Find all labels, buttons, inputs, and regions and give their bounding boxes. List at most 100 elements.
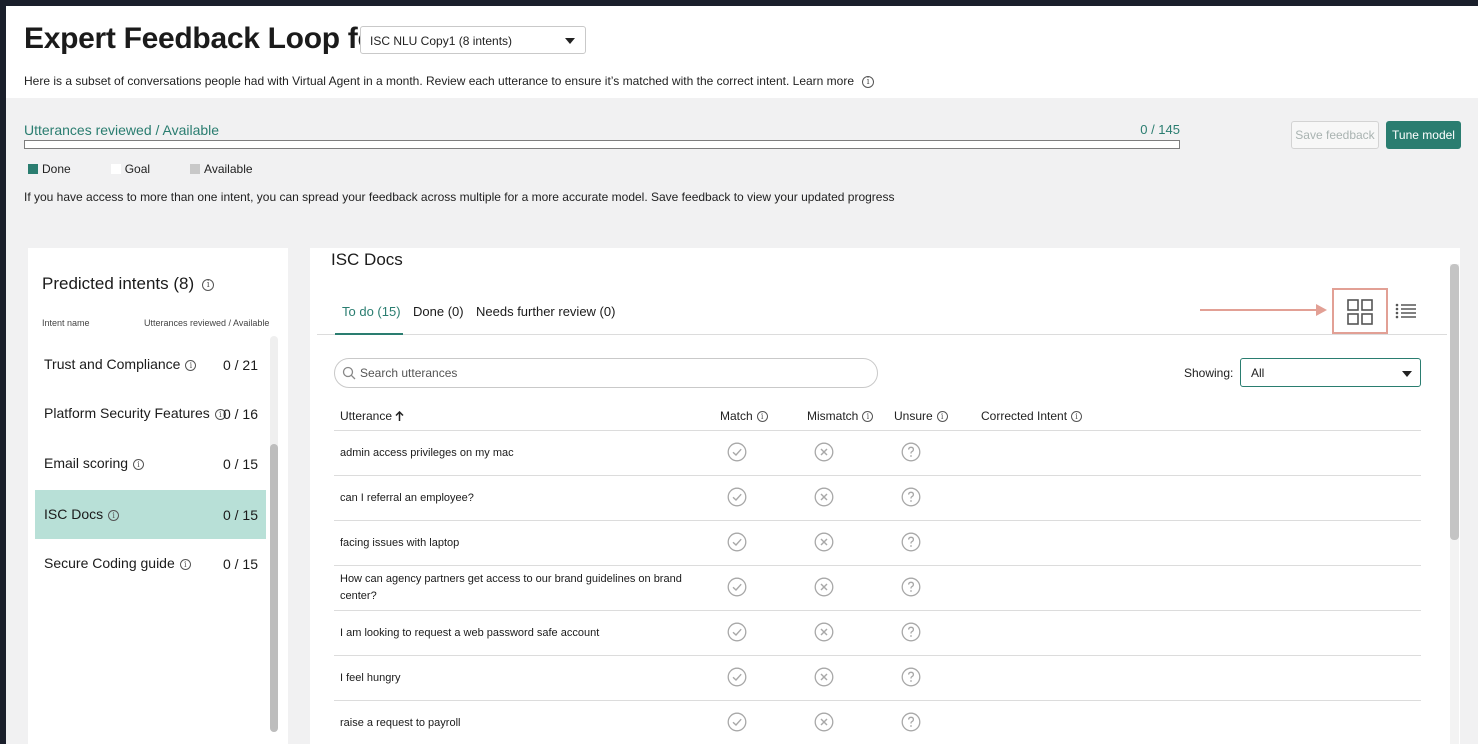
- intents-title-text: Predicted intents (8): [42, 274, 195, 293]
- tab-to-do[interactable]: To do (15): [335, 304, 403, 335]
- corrected-intent-column-header: Corrected Intent i: [981, 409, 1083, 423]
- match-button[interactable]: [727, 712, 747, 735]
- main-scrollbar[interactable]: [1450, 264, 1459, 744]
- grid-view-button[interactable]: [1332, 288, 1388, 334]
- unsure-button[interactable]: [901, 667, 921, 690]
- mismatch-button[interactable]: [814, 532, 834, 555]
- save-feedback-button[interactable]: Save feedback: [1291, 121, 1379, 149]
- info-icon[interactable]: i: [756, 411, 768, 423]
- question-circle-icon: [901, 667, 921, 690]
- tab-needs-further-review[interactable]: Needs further review (0): [476, 304, 615, 335]
- main-scrollbar-thumb[interactable]: [1450, 264, 1459, 540]
- list-view-button[interactable]: [1395, 303, 1417, 324]
- match-button[interactable]: [727, 622, 747, 645]
- corrected-intent-cell[interactable]: [981, 533, 1381, 553]
- intent-item-label: ISC Docs: [44, 506, 104, 522]
- corrected-intent-cell[interactable]: [981, 578, 1381, 598]
- check-circle-icon: [727, 667, 747, 690]
- corrected-intent-cell[interactable]: [981, 713, 1381, 733]
- corrected-intent-cell[interactable]: [981, 623, 1381, 643]
- intent-item-count: 0 / 15: [222, 556, 258, 572]
- intent-item-email-scoring[interactable]: Email scoring i 0 / 15: [35, 439, 266, 488]
- mismatch-button[interactable]: [814, 622, 834, 645]
- mismatch-column-label: Mismatch: [807, 409, 859, 423]
- tune-model-button[interactable]: Tune model: [1386, 121, 1461, 149]
- intent-item-name: Platform Security Features i: [44, 405, 226, 421]
- intents-panel: Predicted intents (8) i Intent name Utter…: [28, 248, 288, 744]
- corrected-intent-cell[interactable]: [981, 443, 1381, 463]
- corrected-intent-cell[interactable]: [981, 488, 1381, 508]
- info-icon[interactable]: i: [862, 411, 874, 423]
- intent-item-secure-coding-guide[interactable]: Secure Coding guide i 0 / 15: [35, 539, 266, 588]
- intent-item-label: Secure Coding guide: [44, 555, 175, 571]
- intent-item-count: 0 / 15: [222, 507, 258, 523]
- unsure-button[interactable]: [901, 487, 921, 510]
- grid-view-icon: [1347, 299, 1373, 325]
- match-column-label: Match: [720, 409, 753, 423]
- check-circle-icon: [727, 487, 747, 510]
- corrected-intent-column-label: Corrected Intent: [981, 409, 1068, 423]
- unsure-button[interactable]: [901, 577, 921, 600]
- legend-available: Available: [190, 162, 253, 176]
- tab-done[interactable]: Done (0): [413, 304, 464, 335]
- x-circle-icon: [814, 487, 834, 510]
- intent-item-label: Platform Security Features: [44, 405, 210, 421]
- list-view-icon: [1395, 303, 1416, 319]
- corrected-intent-cell[interactable]: [981, 668, 1381, 688]
- intent-item-name: ISC Docs i: [44, 506, 120, 522]
- table-row: I am looking to request a web password s…: [334, 611, 1421, 656]
- intent-item-isc-docs[interactable]: ISC Docs i 0 / 15: [35, 490, 266, 539]
- utterances-table-header: Utterance Match i Mismatch i Unsure i Corre…: [334, 408, 1421, 431]
- mismatch-button[interactable]: [814, 577, 834, 600]
- utterance-column-header[interactable]: Utterance: [340, 409, 404, 423]
- info-icon[interactable]: i: [862, 75, 875, 88]
- match-button[interactable]: [727, 667, 747, 690]
- match-button[interactable]: [727, 442, 747, 465]
- mismatch-button[interactable]: [814, 442, 834, 465]
- check-circle-icon: [727, 622, 747, 645]
- search-utterances-field[interactable]: [334, 358, 878, 388]
- showing-label: Showing:: [1184, 366, 1234, 380]
- check-circle-icon: [727, 712, 747, 735]
- intent-item-platform-security-features[interactable]: Platform Security Features i 0 / 16: [35, 389, 266, 438]
- match-button[interactable]: [727, 532, 747, 555]
- match-column-header: Match i: [720, 409, 768, 423]
- unsure-button[interactable]: [901, 532, 921, 555]
- intent-item-trust-and-compliance[interactable]: Trust and Compliance i 0 / 21: [35, 340, 266, 389]
- search-icon: [342, 366, 356, 380]
- info-icon[interactable]: i: [108, 509, 120, 521]
- review-tabs: To do (15) Done (0) Needs further review…: [317, 300, 1447, 335]
- intents-scrollbar-thumb[interactable]: [270, 444, 278, 732]
- mismatch-column-header: Mismatch i: [807, 409, 874, 423]
- utterance-text: I feel hungry: [340, 672, 401, 684]
- match-button[interactable]: [727, 577, 747, 600]
- showing-select[interactable]: All: [1240, 358, 1421, 387]
- legend-goal-label: Goal: [124, 162, 151, 176]
- unsure-button[interactable]: [901, 712, 921, 735]
- info-icon[interactable]: i: [185, 359, 197, 371]
- intents-scrollbar[interactable]: [270, 336, 278, 732]
- info-icon[interactable]: i: [936, 411, 948, 423]
- match-button[interactable]: [727, 487, 747, 510]
- progress-label: Utterances reviewed / Available: [24, 122, 220, 138]
- search-utterances-input[interactable]: [360, 364, 860, 382]
- table-row: can I referral an employee?: [334, 476, 1421, 521]
- unsure-column-header: Unsure i: [894, 409, 948, 423]
- mismatch-button[interactable]: [814, 487, 834, 510]
- check-circle-icon: [727, 577, 747, 600]
- intent-item-count: 0 / 15: [222, 456, 258, 472]
- mismatch-button[interactable]: [814, 667, 834, 690]
- intent-item-count: 0 / 16: [222, 406, 258, 422]
- info-icon[interactable]: i: [133, 458, 145, 470]
- page-subtitle: Here is a subset of conversations people…: [24, 74, 875, 88]
- unsure-button[interactable]: [901, 622, 921, 645]
- info-icon[interactable]: i: [1071, 411, 1083, 423]
- intent-name-column-header: Intent name: [42, 318, 90, 328]
- model-select[interactable]: ISC NLU Copy1 (8 intents): [360, 26, 586, 54]
- highlight-arrow: [1200, 309, 1318, 311]
- info-icon[interactable]: i: [179, 558, 191, 570]
- mismatch-button[interactable]: [814, 712, 834, 735]
- unsure-button[interactable]: [901, 442, 921, 465]
- x-circle-icon: [814, 442, 834, 465]
- info-icon[interactable]: i: [202, 278, 215, 291]
